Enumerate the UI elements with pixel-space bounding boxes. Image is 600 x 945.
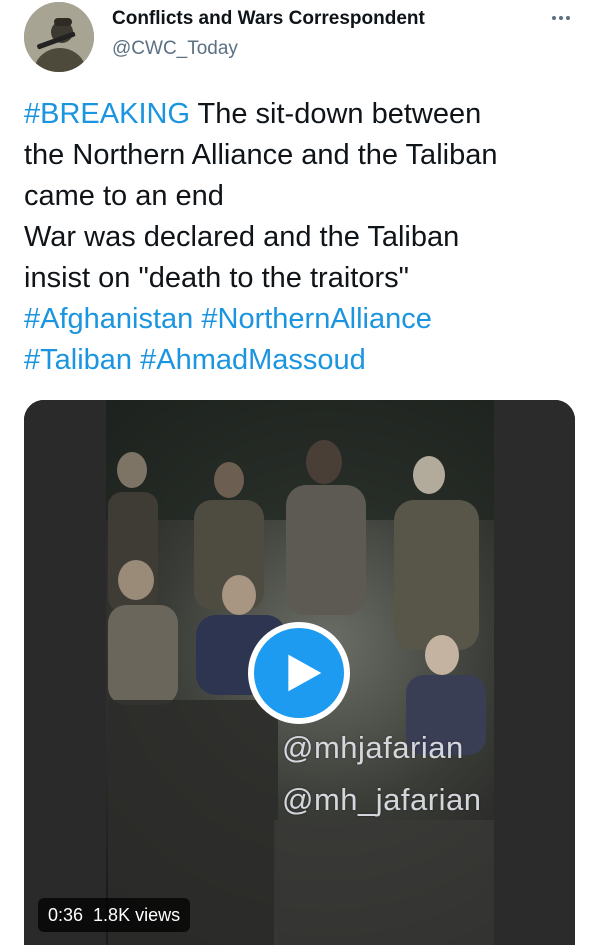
- hashtag-link[interactable]: #Taliban: [24, 344, 132, 376]
- video-watermark: @mh_jafarian: [282, 782, 482, 817]
- more-dots-icon: [559, 16, 563, 20]
- author-display-name[interactable]: Conflicts and Wars Correspondent: [112, 8, 425, 30]
- hashtag-link[interactable]: #Afghanistan: [24, 303, 193, 335]
- tweet-text-line: came to an end: [24, 176, 584, 217]
- tweet-text-segment: [132, 344, 140, 376]
- play-icon: [288, 654, 322, 692]
- hashtag-link[interactable]: #BREAKING: [24, 98, 190, 130]
- tweet-text-segment: came to an end: [24, 180, 224, 212]
- video-stats-overlay: 0:36 1.8K views: [38, 898, 191, 932]
- hashtag-link[interactable]: #NorthernAlliance: [201, 303, 432, 335]
- video-watermark: @mhjafarian: [282, 730, 464, 765]
- tweet-text-line: War was declared and the Taliban: [24, 217, 584, 258]
- play-button[interactable]: [248, 622, 350, 724]
- more-dots-icon: [552, 16, 556, 20]
- tweet-text-segment: insist on "death to the traitors": [24, 262, 409, 294]
- tweet-text-line: the Northern Alliance and the Taliban: [24, 135, 584, 176]
- tweet-text-line: #Taliban #AhmadMassoud: [24, 340, 584, 381]
- author-handle[interactable]: @CWC_Today: [112, 38, 238, 60]
- tweet-text-line: #Afghanistan #NorthernAlliance: [24, 299, 584, 340]
- tweet-text-line: insist on "death to the traitors": [24, 258, 584, 299]
- video-view-count: 1.8K views: [93, 904, 181, 925]
- tweet-text-segment: War was declared and the Taliban: [24, 221, 460, 253]
- tweet-text-segment: The sit-down between: [190, 98, 482, 130]
- video-player[interactable]: @mhjafarian @mh_jafarian 0:36 1.8K views: [24, 400, 575, 945]
- more-dots-icon: [566, 16, 570, 20]
- more-options-button[interactable]: [546, 6, 576, 30]
- tweet-text: #BREAKING The sit-down between the Northe…: [24, 94, 584, 381]
- avatar[interactable]: [24, 2, 94, 72]
- tweet-text-line: #BREAKING The sit-down between: [24, 94, 584, 135]
- tweet-text-segment: the Northern Alliance and the Taliban: [24, 139, 498, 171]
- video-duration: 0:36: [48, 904, 84, 925]
- hashtag-link[interactable]: #AhmadMassoud: [140, 344, 366, 376]
- avatar-image: [24, 2, 94, 72]
